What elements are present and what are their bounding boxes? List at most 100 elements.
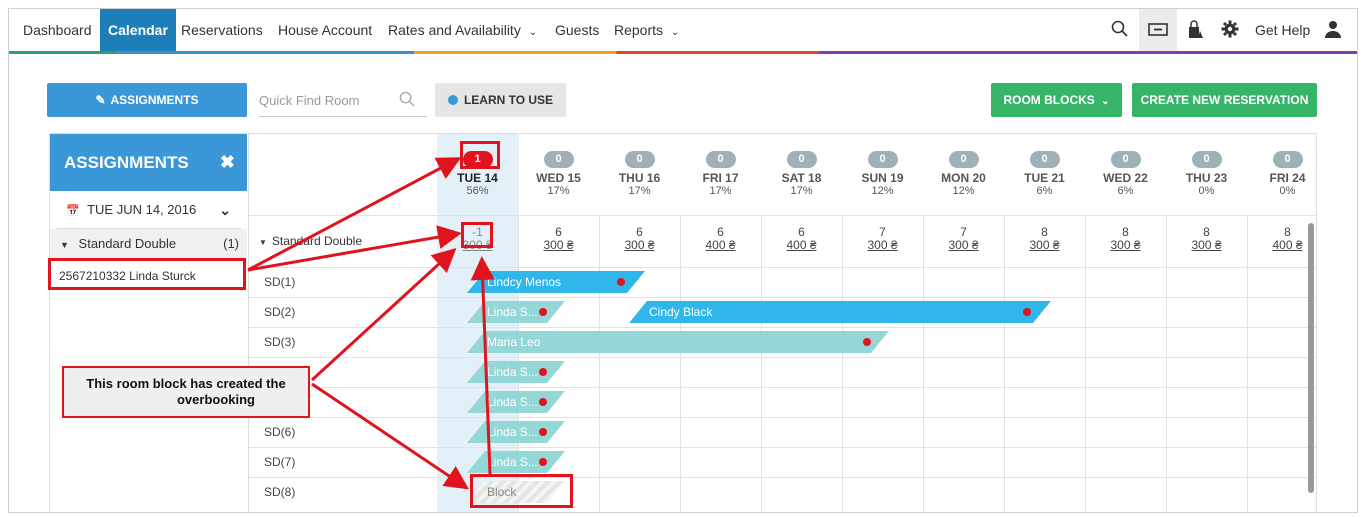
room-label: SD(6) — [264, 425, 296, 439]
search-icon[interactable] — [399, 91, 417, 109]
day-label: THU 16 — [618, 171, 661, 185]
day-header[interactable]: 0 WED 22 6% — [1085, 134, 1166, 215]
selected-date: TUE JUN 14, 2016 — [87, 202, 197, 217]
booking-guest: Linda S... — [487, 395, 538, 409]
close-icon[interactable]: ✖ — [220, 134, 235, 191]
calendar-icon: 📅 — [66, 205, 80, 217]
nightly-rate[interactable]: 300 ₴ — [923, 239, 1004, 252]
nav-reservations[interactable]: Reservations — [181, 9, 263, 51]
day-header[interactable]: 0 THU 16 17% — [599, 134, 680, 215]
grid-header-divider — [249, 215, 1316, 216]
learn-to-use-label: LEARN TO USE — [463, 93, 554, 107]
day-label: TUE 21 — [1024, 171, 1065, 185]
occupancy-percent: 56% — [466, 185, 489, 197]
nav-house-account[interactable]: House Account — [278, 9, 372, 51]
date-selector[interactable]: 📅 TUE JUN 14, 2016 ⌄ — [56, 191, 241, 229]
booking-status-dot — [539, 428, 547, 436]
availability-cell[interactable]: 8 300 ₴ — [1166, 226, 1247, 252]
occupancy-badge: 0 — [1191, 151, 1222, 168]
room-blocks-label: ROOM BLOCKS — [1003, 93, 1095, 107]
callout-line-2: overbooking — [176, 392, 255, 407]
caret-down-icon: ▼ — [60, 240, 69, 250]
assignments-button[interactable]: ✎ ASSIGNMENTS — [47, 83, 247, 117]
occupancy-badge: 0 — [543, 151, 574, 168]
nav-color-strip — [9, 51, 1357, 54]
nightly-rate[interactable]: 400 ₴ — [680, 239, 761, 252]
occupancy-percent: 12% — [871, 185, 894, 197]
day-label: TUE 14 — [457, 171, 498, 185]
nightly-rate[interactable]: 400 ₴ — [1247, 239, 1316, 252]
column-divider — [599, 215, 600, 512]
occupancy-badge: 0 — [948, 151, 979, 168]
callout-line-1: This room block has created the — [86, 376, 286, 391]
occupancy-percent: 6% — [1117, 185, 1134, 197]
availability-cell[interactable]: 7 300 ₴ — [842, 226, 923, 252]
nightly-rate[interactable]: 300 ₴ — [1004, 239, 1085, 252]
ticket-button[interactable] — [1139, 9, 1177, 51]
booking-status-dot — [539, 458, 547, 466]
room-label: SD(2) — [264, 305, 296, 319]
availability-cell[interactable]: 7 300 ₴ — [923, 226, 1004, 252]
nav-rates-availability[interactable]: Rates and Availability ⌄ — [388, 9, 537, 51]
nav-calendar[interactable]: Calendar — [100, 9, 176, 51]
nightly-rate[interactable]: 300 ₴ — [518, 239, 599, 252]
day-header[interactable]: 0 MON 20 12% — [923, 134, 1004, 215]
day-header[interactable]: 0 THU 23 0% — [1166, 134, 1247, 215]
user-icon[interactable] — [1325, 20, 1345, 40]
column-divider — [923, 215, 924, 512]
assignments-panel-title: ASSIGNMENTS — [64, 153, 189, 172]
booking-bar[interactable]: Cindy Black — [629, 301, 1051, 323]
create-new-reservation-button[interactable]: CREATE NEW RESERVATION — [1132, 83, 1317, 117]
availability-cell[interactable]: 8 300 ₴ — [1085, 226, 1166, 252]
bag-icon[interactable] — [1186, 20, 1206, 40]
room-row-divider — [249, 477, 1316, 478]
search-icon[interactable] — [1111, 20, 1131, 40]
booking-status-dot — [863, 338, 871, 346]
availability-cell[interactable]: 6 400 ₴ — [761, 226, 842, 252]
chevron-down-icon: ⌄ — [670, 27, 680, 38]
nightly-rate[interactable]: 400 ₴ — [761, 239, 842, 252]
nightly-rate[interactable]: 300 ₴ — [1085, 239, 1166, 252]
calendar-group-row[interactable]: ▼ Standard Double — [259, 234, 362, 248]
availability-highlight-box — [461, 222, 493, 248]
annotation-callout: This room block has created the overbook… — [62, 366, 310, 418]
assignments-button-label: ASSIGNMENTS — [110, 93, 199, 107]
day-header[interactable]: 0 SUN 19 12% — [842, 134, 923, 215]
nav-reports-label: Reports — [614, 22, 664, 38]
learn-to-use-button[interactable]: LEARN TO USE — [435, 83, 566, 117]
nav-dashboard[interactable]: Dashboard — [23, 9, 92, 51]
column-divider — [1166, 215, 1167, 512]
room-blocks-button[interactable]: ROOM BLOCKS ⌄ — [991, 83, 1122, 117]
booking-status-dot — [539, 308, 547, 316]
nightly-rate[interactable]: 300 ₴ — [599, 239, 680, 252]
day-header[interactable]: 0 WED 15 17% — [518, 134, 599, 215]
day-header[interactable]: 0 SAT 18 17% — [761, 134, 842, 215]
room-row-divider — [249, 267, 1316, 268]
availability-cell[interactable]: 8 400 ₴ — [1247, 226, 1316, 252]
get-help-link[interactable]: Get Help — [1255, 9, 1310, 51]
booking-bar[interactable]: Maria Leo — [467, 331, 889, 353]
chevron-down-icon: ⌄ — [528, 27, 538, 38]
availability-cell[interactable]: 6 400 ₴ — [680, 226, 761, 252]
day-label: FRI 17 — [702, 171, 739, 185]
room-group-row[interactable]: ▼ Standard Double (1) — [50, 229, 247, 259]
nav-reports[interactable]: Reports ⌄ — [614, 9, 679, 51]
booking-status-dot — [539, 368, 547, 376]
gear-icon[interactable] — [1221, 20, 1241, 40]
booking-bar[interactable]: Lindcy Menos — [467, 271, 645, 293]
booking-guest: Lindcy Menos — [487, 275, 562, 289]
room-group-count: (1) — [223, 236, 239, 251]
availability-cell[interactable]: 8 300 ₴ — [1004, 226, 1085, 252]
grid-scrollbar[interactable] — [1308, 223, 1314, 493]
day-label: WED 15 — [536, 171, 581, 185]
availability-cell[interactable]: 6 300 ₴ — [518, 226, 599, 252]
day-header[interactable]: 0 FRI 24 0% — [1247, 134, 1316, 215]
occupancy-percent: 17% — [709, 185, 732, 197]
overbook-highlight-box — [460, 141, 500, 169]
availability-cell[interactable]: 6 300 ₴ — [599, 226, 680, 252]
nightly-rate[interactable]: 300 ₴ — [1166, 239, 1247, 252]
day-header[interactable]: 0 TUE 21 6% — [1004, 134, 1085, 215]
day-header[interactable]: 0 FRI 17 17% — [680, 134, 761, 215]
nightly-rate[interactable]: 300 ₴ — [842, 239, 923, 252]
nav-guests[interactable]: Guests — [555, 9, 599, 51]
